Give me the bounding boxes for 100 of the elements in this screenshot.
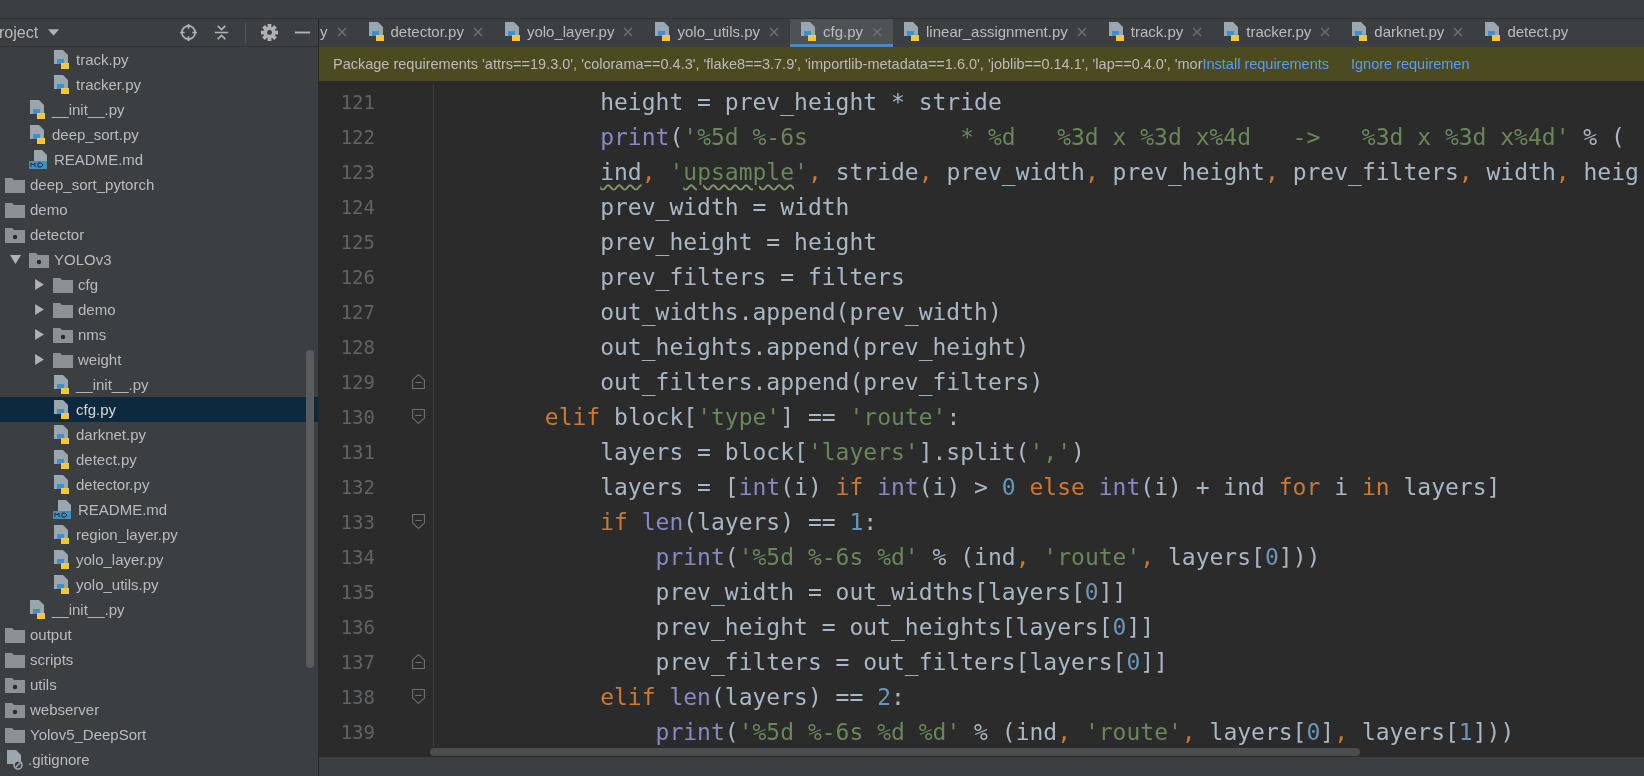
editor-tab[interactable]: darknet.py — [1341, 19, 1475, 47]
code-token: 'route' — [1043, 543, 1141, 570]
code-token: 1 — [1458, 718, 1473, 745]
markdown-file-icon — [29, 149, 49, 170]
close-icon[interactable] — [472, 26, 483, 37]
tree-item[interactable]: weight — [0, 347, 318, 372]
tree-item[interactable]: scripts — [0, 647, 318, 672]
close-icon[interactable] — [872, 26, 883, 37]
scrollbar-thumb[interactable] — [306, 350, 314, 668]
tree-item[interactable]: yolo_utils.py — [0, 572, 318, 597]
tree-item[interactable]: yolo_layer.py — [0, 547, 318, 572]
editor-tab[interactable]: detect.py — [1474, 19, 1580, 47]
tree-item[interactable]: region_layer.py — [0, 522, 318, 547]
tree-item[interactable]: detect.py — [0, 447, 318, 472]
code-token: layers[ — [1168, 543, 1265, 570]
tree-item[interactable]: tracker.py — [0, 72, 318, 97]
tree-item[interactable]: track.py — [0, 47, 318, 72]
close-icon[interactable] — [1192, 26, 1203, 37]
fold-icon[interactable] — [412, 409, 425, 424]
tree-item[interactable]: darknet.py — [0, 422, 318, 447]
close-icon[interactable] — [769, 26, 779, 37]
close-icon[interactable] — [623, 26, 634, 37]
code-token: 'route' — [849, 403, 947, 430]
tree-item[interactable]: cfg.py — [0, 397, 318, 422]
line-number: 126 — [339, 265, 375, 288]
tree-item[interactable]: .gitignore — [0, 747, 318, 772]
line-number: 138 — [339, 685, 375, 708]
close-icon[interactable] — [336, 26, 347, 37]
close-icon[interactable] — [1320, 26, 1331, 37]
editor-tab[interactable]: track.py — [1097, 19, 1214, 47]
tree-item[interactable]: __init__.py — [0, 372, 318, 397]
tree-item[interactable]: YOLOv3 — [0, 247, 318, 272]
settings-icon[interactable] — [260, 23, 279, 42]
fold-icon[interactable] — [412, 374, 425, 389]
folder-icon — [5, 176, 25, 193]
code-token: (i) + ind — [1140, 473, 1266, 500]
tree-item[interactable]: detector — [0, 222, 318, 247]
editor-tab[interactable]: cfg.py — [790, 19, 894, 47]
tree-item[interactable]: utils — [0, 672, 318, 697]
code-token: (i) — [780, 473, 823, 500]
close-icon[interactable] — [1453, 26, 1464, 37]
editor-tab[interactable]: yolo_layer.py — [493, 19, 645, 47]
code-token: (layers) == — [710, 683, 865, 710]
folder-icon — [53, 276, 73, 293]
fold-icon[interactable] — [412, 689, 425, 704]
editor-tab[interactable]: tracker.py — [1213, 19, 1342, 47]
line-number: 136 — [339, 615, 375, 638]
editor-tab[interactable]: y — [319, 19, 358, 47]
tree-item[interactable]: demo — [0, 197, 318, 222]
tree-item[interactable]: README.md — [0, 147, 318, 172]
code-token: int — [738, 473, 781, 500]
expand-arrow-icon[interactable] — [10, 254, 21, 265]
code-token: prev_width — [946, 158, 1085, 185]
python-file-icon — [53, 399, 71, 420]
tree-item[interactable]: nms — [0, 322, 318, 347]
panel-title[interactable]: roject — [0, 23, 39, 42]
code-token: ] — [1320, 718, 1335, 745]
collapse-icon[interactable] — [212, 23, 231, 42]
code-token: elif — [599, 683, 657, 710]
fold-icon[interactable] — [412, 514, 425, 529]
code-token: prev_width = out_widths[layers[ — [654, 578, 1085, 605]
python-file-icon — [503, 21, 522, 42]
tree-item[interactable]: deep_sort_pytorch — [0, 172, 318, 197]
code-token: width — [1486, 158, 1556, 185]
tree-item[interactable]: cfg — [0, 272, 318, 297]
tree-item[interactable]: deep_sort.py — [0, 122, 318, 147]
fold-icon[interactable] — [412, 654, 425, 669]
code-token: ]] — [1140, 648, 1168, 675]
code-token: ]] — [1126, 613, 1155, 640]
package-folder-icon — [5, 701, 25, 718]
tree-item[interactable]: Yolov5_DeepSort — [0, 722, 318, 747]
scrollbar-thumb[interactable] — [430, 748, 1360, 756]
python-file-icon — [53, 474, 71, 495]
banner-message: Package requirements 'attrs==19.3.0', 'colorama==0.4.3', 'flake8==3.7.9', 'importlib-metadata==1.6.0', 'joblib==0.14.1', 'lap==0.4.0', 'mor — [333, 56, 1203, 72]
close-icon[interactable] — [1076, 26, 1087, 37]
tree-item[interactable]: __init__.py — [0, 97, 318, 122]
tree-item[interactable]: output — [0, 622, 318, 647]
line-number: 123 — [339, 160, 375, 183]
expand-arrow-icon[interactable] — [34, 329, 45, 340]
tree-item[interactable]: webserver — [0, 697, 318, 722]
expand-arrow-icon[interactable] — [34, 354, 45, 365]
code-token: ].split( — [918, 438, 1030, 465]
tree-item[interactable]: detector.py — [0, 472, 318, 497]
python-file-icon — [1351, 21, 1370, 42]
expand-arrow-icon[interactable] — [34, 304, 45, 315]
code-token: out_heights.append(prev_height) — [599, 333, 1030, 360]
editor-tab[interactable]: linear_assignment.py — [893, 19, 1098, 47]
banner-link[interactable]: Install requirements — [1202, 56, 1329, 72]
caret-icon[interactable] — [48, 29, 60, 36]
editor-tab[interactable]: yolo_utils.py — [644, 19, 790, 47]
line-number: 124 — [339, 195, 375, 218]
tree-item[interactable]: README.md — [0, 497, 318, 522]
tree-item[interactable]: __init__.py — [0, 597, 318, 622]
editor-tab[interactable]: detector.py — [357, 19, 494, 47]
code-token: print — [599, 123, 670, 150]
expand-arrow-icon[interactable] — [34, 279, 45, 290]
crosshair-icon[interactable] — [179, 23, 198, 42]
tree-item[interactable]: demo — [0, 297, 318, 322]
code-token: , — [918, 158, 934, 185]
banner-link[interactable]: Ignore requiremen — [1351, 56, 1470, 72]
